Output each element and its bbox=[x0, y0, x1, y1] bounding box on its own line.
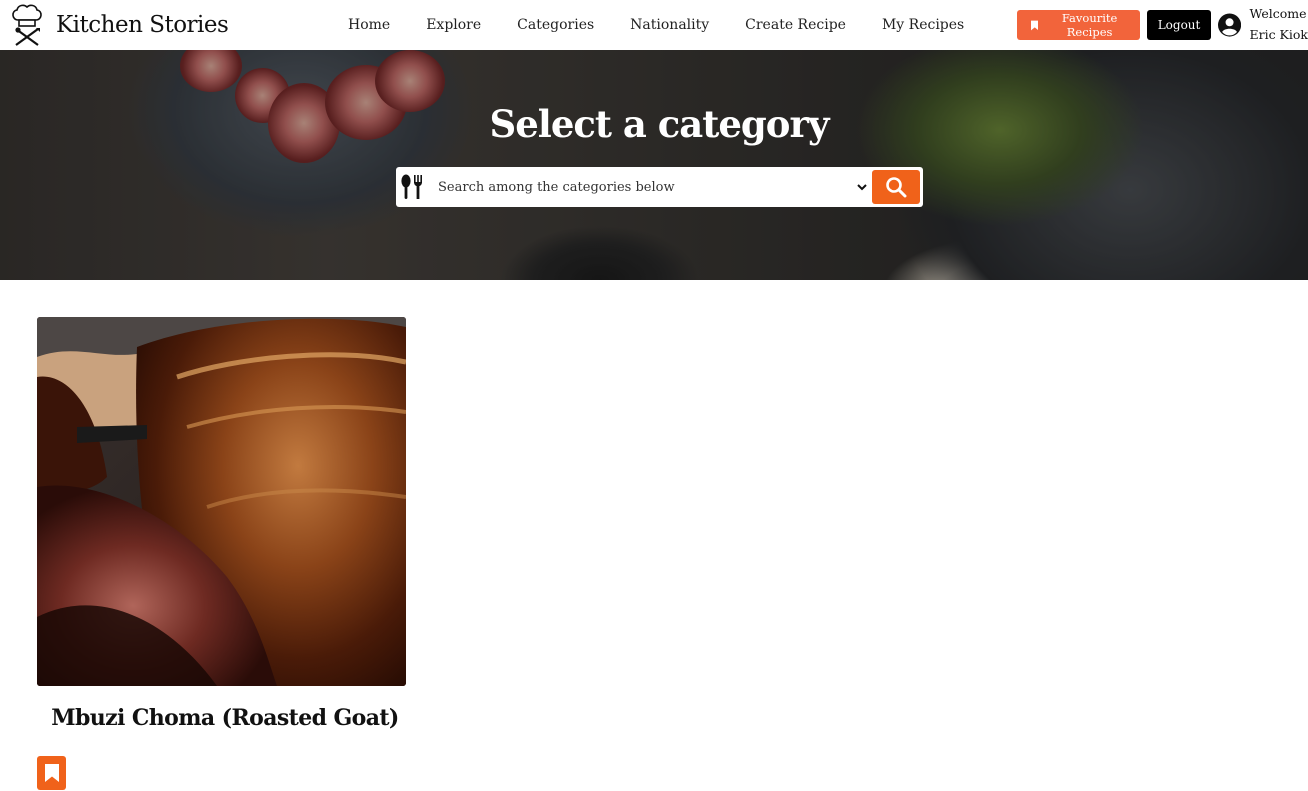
recipe-title[interactable]: Mbuzi Choma (Roasted Goat) bbox=[0, 705, 450, 731]
nav-categories[interactable]: Categories bbox=[499, 17, 612, 33]
search-button[interactable] bbox=[872, 170, 920, 204]
hero-overlay bbox=[0, 50, 1308, 280]
search-icon bbox=[886, 177, 907, 198]
chef-hat-icon bbox=[12, 4, 42, 46]
nav-home[interactable]: Home bbox=[330, 17, 408, 33]
chevron-down-icon[interactable] bbox=[856, 181, 868, 193]
recipe-bookmark-button[interactable] bbox=[37, 756, 66, 790]
welcome-text: Welcome Eric Kiok bbox=[1249, 2, 1308, 44]
brand-name: Kitchen Stories bbox=[56, 12, 229, 38]
brand-logo[interactable]: Kitchen Stories bbox=[10, 3, 229, 47]
bookmark-icon bbox=[1031, 20, 1039, 30]
nav-my-recipes[interactable]: My Recipes bbox=[864, 17, 982, 33]
welcome-username: Eric Kiok bbox=[1249, 27, 1308, 42]
favourite-recipes-label: Favourite Recipes bbox=[1061, 11, 1118, 39]
favourite-recipes-button[interactable]: Favourite Recipes bbox=[1017, 10, 1140, 40]
recipe-image[interactable] bbox=[37, 317, 406, 686]
category-select[interactable]: Search among the categories below bbox=[438, 180, 850, 195]
nav-explore[interactable]: Explore bbox=[408, 17, 499, 33]
utensils-icon bbox=[401, 174, 422, 199]
navbar: Kitchen Stories Home Explore Categories … bbox=[0, 0, 1308, 50]
nav-create-recipe[interactable]: Create Recipe bbox=[727, 17, 864, 33]
nav-nationality[interactable]: Nationality bbox=[612, 17, 727, 33]
logout-button[interactable]: Logout bbox=[1146, 10, 1212, 40]
user-controls: Favourite Recipes Logout Welcome Eric Ki… bbox=[1017, 6, 1308, 42]
user-avatar-icon[interactable] bbox=[1218, 10, 1242, 40]
bookmark-icon bbox=[44, 764, 59, 782]
hero-banner: Select a category Search among the categ… bbox=[0, 50, 1308, 280]
welcome-greeting: Welcome bbox=[1249, 6, 1307, 21]
category-search-bar: Search among the categories below bbox=[396, 167, 923, 207]
hero-title: Select a category bbox=[489, 102, 830, 146]
recipe-card[interactable]: Mbuzi Choma (Roasted Goat) bbox=[37, 317, 406, 790]
main-nav: Home Explore Categories Nationality Crea… bbox=[330, 0, 982, 50]
